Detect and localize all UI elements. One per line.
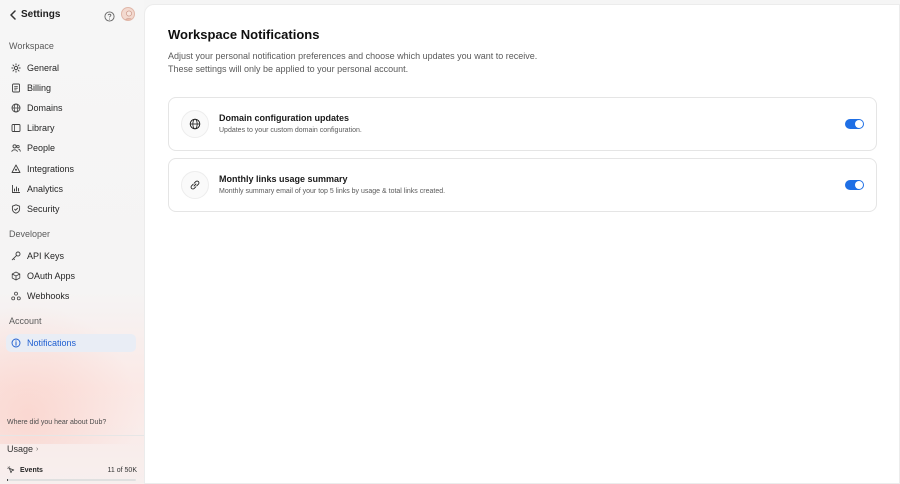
- library-icon: [11, 123, 21, 133]
- sidebar-item-label: OAuth Apps: [27, 271, 76, 281]
- shield-icon: [11, 204, 21, 214]
- events-count: 11 of 50K: [107, 466, 137, 474]
- analytics-icon: [11, 184, 21, 194]
- notification-card-links-summary: Monthly links usage summary Monthly summ…: [168, 158, 877, 212]
- integrations-icon: [11, 164, 21, 174]
- sidebar: Settings Workspace General Billing Domai…: [0, 0, 144, 484]
- sidebar-item-label: Analytics: [27, 184, 64, 194]
- card-title: Monthly links usage summary: [219, 174, 348, 184]
- info-circle-icon: [11, 338, 21, 348]
- sidebar-divider: [0, 435, 144, 436]
- sidebar-item-label: Integrations: [27, 164, 75, 174]
- sidebar-item-webhooks[interactable]: Webhooks: [6, 287, 136, 305]
- usage-label: Usage: [7, 444, 34, 454]
- cube-icon: [11, 271, 21, 281]
- links-summary-toggle[interactable]: [845, 180, 864, 190]
- sidebar-item-library[interactable]: Library: [6, 119, 136, 137]
- page-description: Adjust your personal notification prefer…: [168, 50, 568, 75]
- sidebar-item-api-keys[interactable]: API Keys: [6, 247, 136, 265]
- section-label-account: Account: [9, 316, 42, 326]
- events-progress-bar: [7, 479, 136, 481]
- sidebar-item-label: Security: [27, 204, 60, 214]
- sidebar-item-billing[interactable]: Billing: [6, 79, 136, 97]
- links-icon: [181, 171, 209, 199]
- sidebar-item-label: General: [27, 63, 60, 73]
- people-icon: [11, 143, 21, 153]
- sidebar-item-analytics[interactable]: Analytics: [6, 180, 136, 198]
- sidebar-item-label: Billing: [27, 83, 52, 93]
- events-progress-fill: [7, 479, 9, 481]
- sidebar-item-general[interactable]: General: [6, 59, 136, 77]
- usage-events-row: Events 11 of 50K: [7, 466, 137, 474]
- gear-icon: [11, 63, 21, 73]
- back-chevron-icon[interactable]: [6, 8, 20, 22]
- section-label-workspace: Workspace: [9, 41, 54, 51]
- sidebar-item-oauth-apps[interactable]: OAuth Apps: [6, 267, 136, 285]
- sidebar-item-label: Notifications: [27, 338, 77, 348]
- domain-updates-toggle[interactable]: [845, 119, 864, 129]
- usage-toggle[interactable]: Usage ›: [7, 444, 38, 454]
- key-icon: [11, 251, 21, 261]
- globe-icon: [181, 110, 209, 138]
- events-label: Events: [20, 466, 43, 474]
- toggle-knob: [855, 181, 863, 189]
- sidebar-item-label: People: [27, 143, 56, 153]
- card-subtitle: Updates to your custom domain configurat…: [219, 127, 362, 134]
- sidebar-item-integrations[interactable]: Integrations: [6, 160, 136, 178]
- survey-prompt[interactable]: Where did you hear about Dub?: [7, 419, 106, 426]
- sidebar-item-security[interactable]: Security: [6, 200, 136, 218]
- page-description-line: These settings will only be applied to y…: [168, 63, 409, 74]
- card-title: Domain configuration updates: [219, 113, 350, 123]
- sidebar-item-label: Domains: [27, 103, 63, 113]
- avatar[interactable]: [121, 7, 135, 21]
- receipt-icon: [11, 83, 21, 93]
- sidebar-title: Settings: [21, 9, 61, 20]
- webhook-icon: [11, 291, 21, 301]
- sidebar-item-label: API Keys: [27, 251, 65, 261]
- page-title: Workspace Notifications: [168, 27, 320, 42]
- page-description-line: Adjust your personal notification prefer…: [168, 51, 538, 61]
- notification-card-domain: Domain configuration updates Updates to …: [168, 97, 877, 151]
- sidebar-item-label: Webhooks: [27, 291, 70, 301]
- sidebar-item-domains[interactable]: Domains: [6, 99, 136, 117]
- cursor-click-icon: [7, 466, 15, 474]
- sidebar-header: Settings: [0, 0, 144, 30]
- help-circle-icon[interactable]: [104, 9, 115, 22]
- sidebar-item-people[interactable]: People: [6, 139, 136, 157]
- main-panel: Workspace Notifications Adjust your pers…: [144, 4, 900, 484]
- globe-icon: [11, 103, 21, 113]
- sidebar-item-label: Library: [27, 123, 55, 133]
- section-label-developer: Developer: [9, 229, 51, 239]
- card-subtitle: Monthly summary email of your top 5 link…: [219, 188, 446, 195]
- sidebar-item-notifications[interactable]: Notifications: [6, 334, 136, 352]
- toggle-knob: [855, 120, 863, 128]
- chevron-right-icon: ›: [36, 445, 39, 453]
